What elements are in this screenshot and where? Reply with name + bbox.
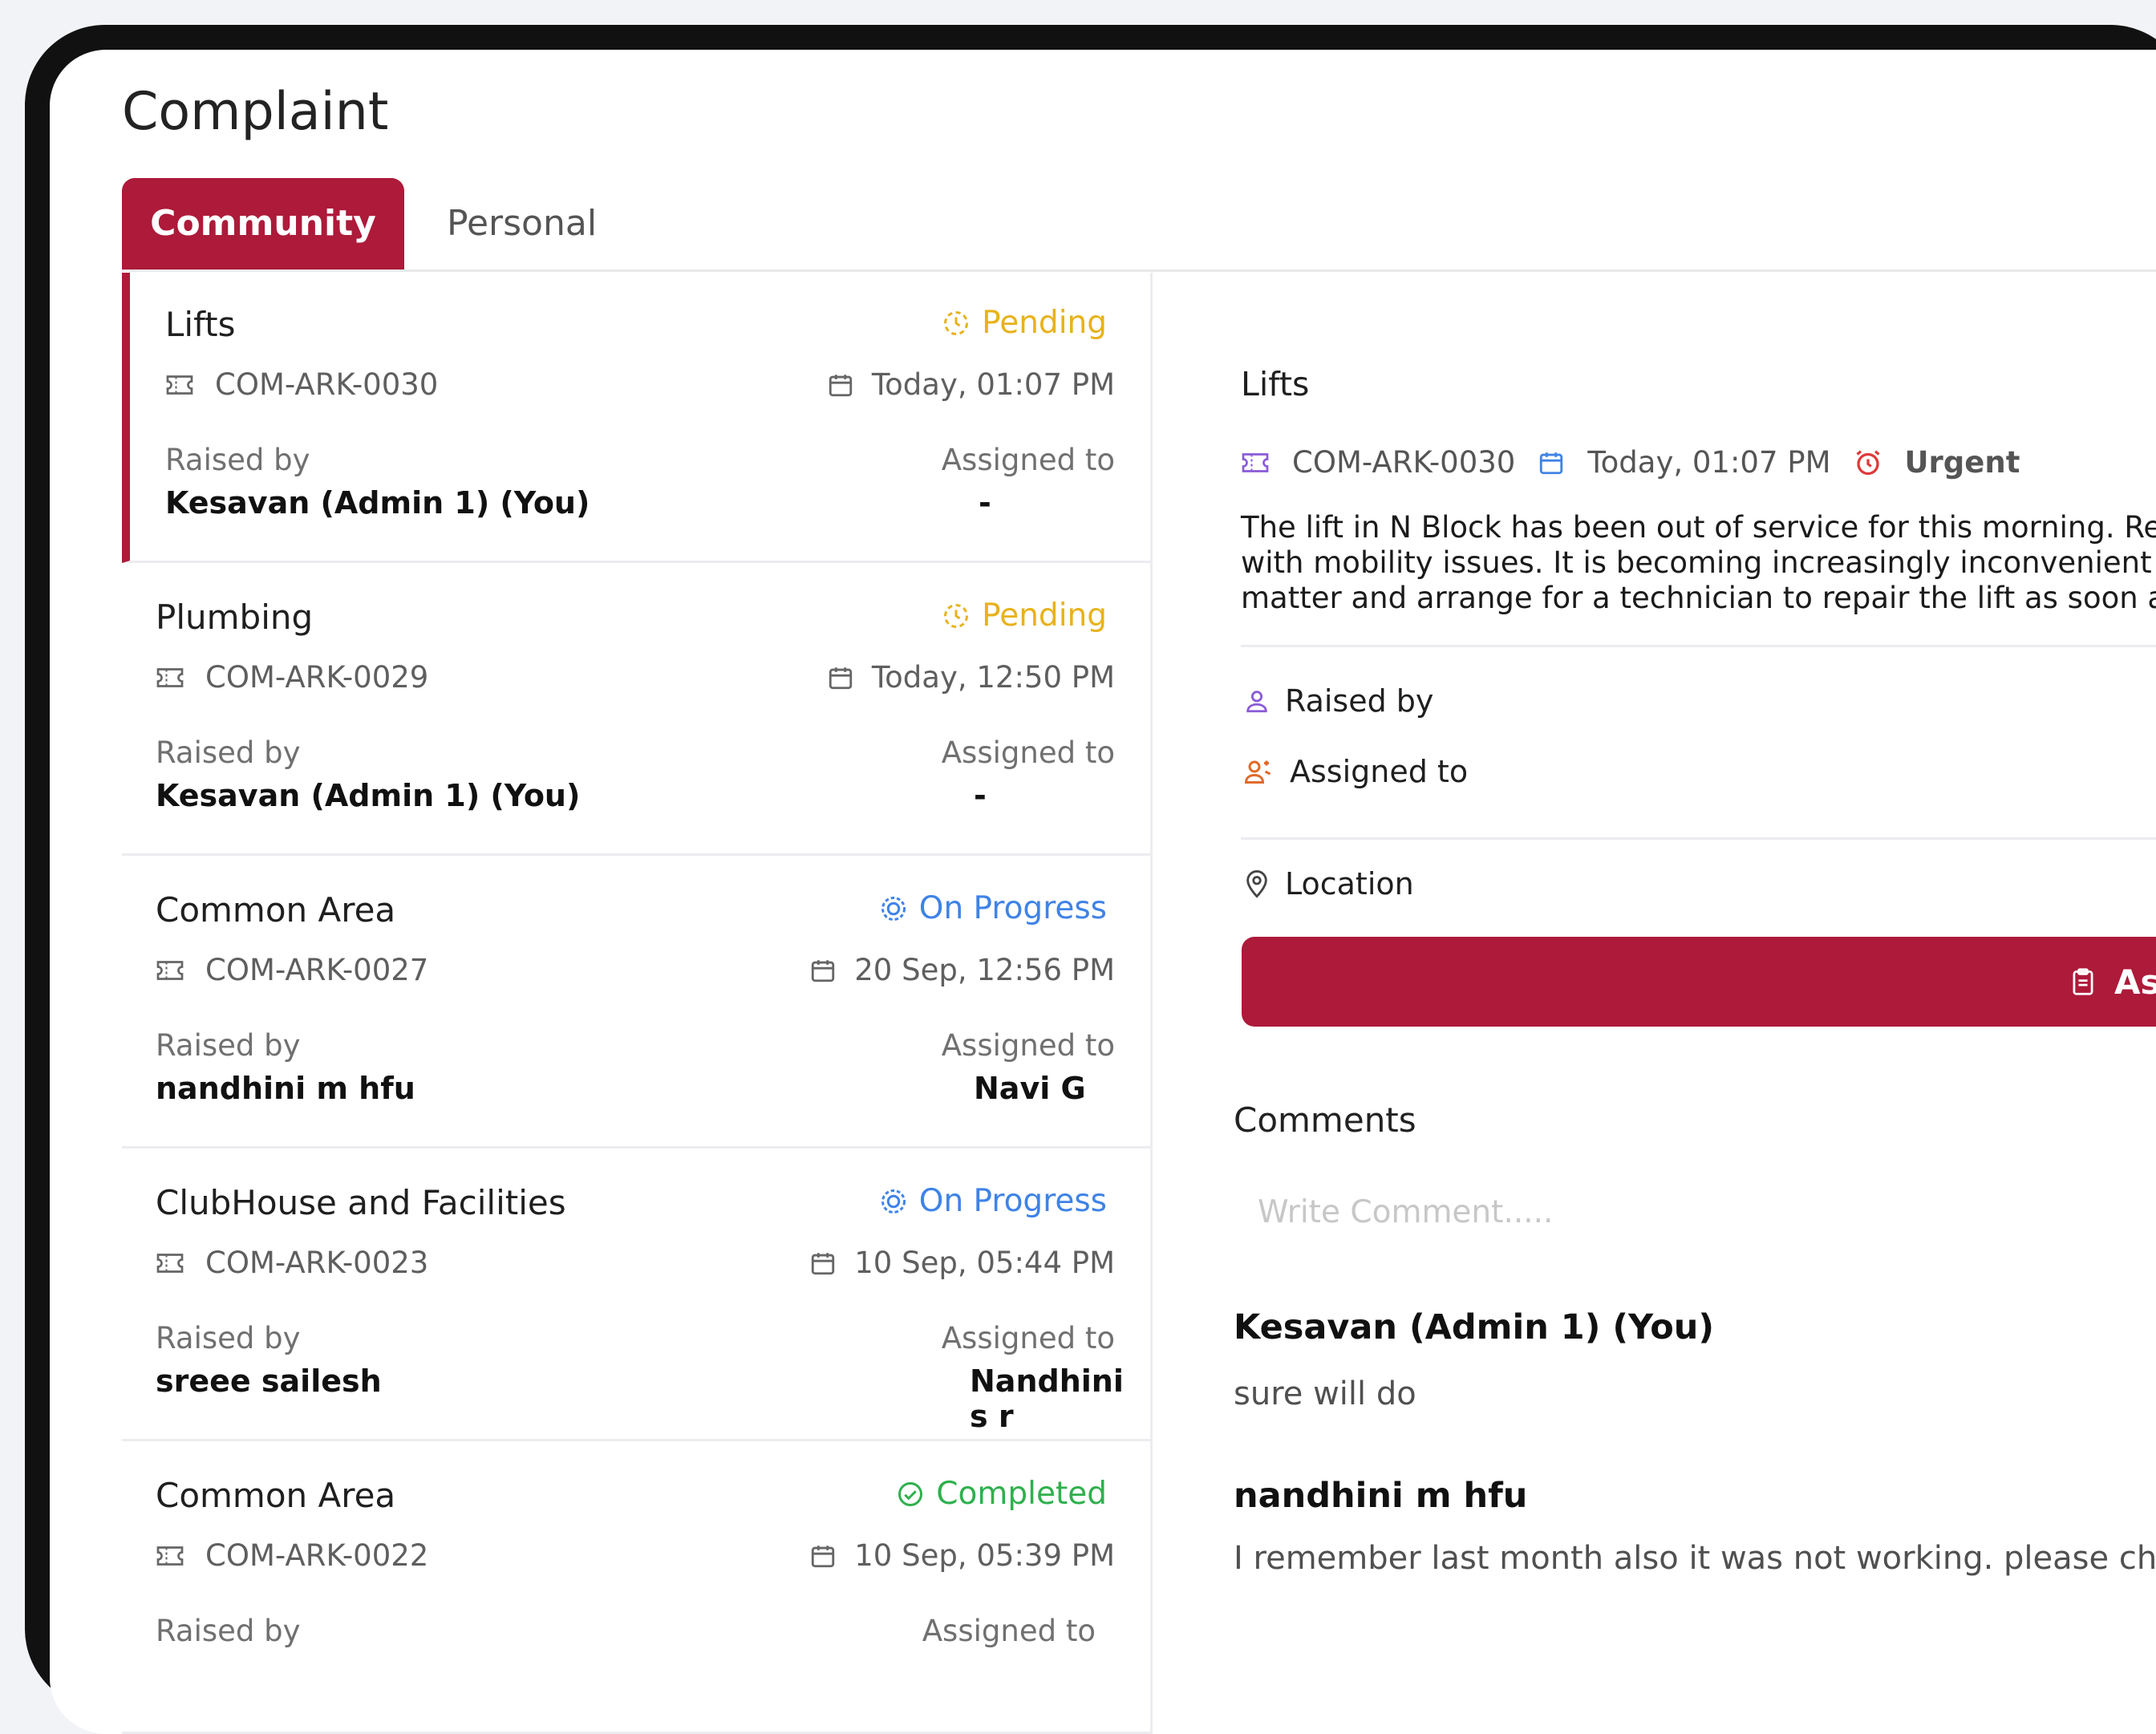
- complaint-date: Today, 01:07 PM: [827, 367, 1115, 402]
- users-assign-icon: [1244, 760, 1271, 784]
- calendar-icon: [1540, 452, 1563, 474]
- complaint-card[interactable]: Common Area Completed COM-ARK-0022 10 Se…: [122, 1444, 1150, 1734]
- detail-location: Location: [1243, 866, 1414, 901]
- assigned-to-label: Assigned to: [922, 1614, 1096, 1648]
- assigned-to-label: Assigned to: [941, 735, 1115, 770]
- status-badge: Completed: [896, 1476, 1107, 1512]
- complaint-card[interactable]: Lifts Pending COM-ARK-0030 Today, 01:07 …: [122, 273, 1150, 563]
- raised-by-value: Kesavan (Admin 1) (You): [156, 778, 581, 813]
- priority-badge: Urgent: [1904, 445, 2020, 480]
- comments-title: Comments: [1234, 1100, 1416, 1140]
- ticket-icon: [156, 1253, 184, 1273]
- detail-id: COM-ARK-0030: [1292, 445, 1516, 480]
- comment-author: Kesavan (Admin 1) (You): [1234, 1307, 1714, 1347]
- assigned-to-label: Assigned to: [941, 443, 1115, 477]
- calendar-icon: [829, 666, 853, 689]
- status-badge: Pending: [942, 598, 1107, 634]
- status-badge: On Progress: [879, 1183, 1107, 1219]
- detail-assigned-to: Assigned to: [1243, 754, 1468, 789]
- divider: [1241, 645, 2156, 647]
- raised-by-label: Raised by: [156, 1028, 301, 1063]
- tab-personal[interactable]: Personal: [447, 178, 597, 269]
- progress-icon: [881, 896, 906, 921]
- complaint-title: Common Area: [156, 890, 396, 930]
- detail-date: Today, 01:07 PM: [1587, 445, 1831, 480]
- pending-icon: [944, 310, 969, 335]
- app-screen: Complaint Community Personal Lifts Pendi…: [50, 50, 2156, 1734]
- assigned-to-value: Navi G: [974, 1071, 1086, 1106]
- raised-by-label: Raised by: [165, 443, 310, 477]
- raised-by-label: Raised by: [156, 735, 301, 770]
- complaint-title: Plumbing: [156, 598, 314, 637]
- ticket-icon: [1242, 452, 1269, 472]
- divider: [1241, 837, 2156, 840]
- complaint-detail: Lifts COM-ARK-0030 Today, 01:07 PM Urgen…: [1173, 273, 2156, 1716]
- complaint-card[interactable]: Common Area On Progress COM-ARK-0027 20 …: [122, 858, 1150, 1149]
- detail-title: Lifts: [1241, 365, 1310, 403]
- complaint-date: 10 Sep, 05:44 PM: [809, 1246, 1115, 1280]
- assigned-to-value: -: [974, 778, 987, 813]
- raised-by-label: Raised by: [156, 1321, 301, 1355]
- pending-icon: [944, 603, 969, 628]
- complaint-card[interactable]: ClubHouse and Facilities On Progress COM…: [122, 1151, 1150, 1441]
- status-badge: On Progress: [879, 890, 1107, 926]
- comment-text: I remember last month also it was not wo…: [1234, 1540, 2156, 1577]
- complaint-title: Common Area: [156, 1476, 396, 1515]
- ticket-icon: [156, 667, 184, 687]
- complaint-date: Today, 12:50 PM: [827, 660, 1115, 695]
- ticket-icon: [156, 1546, 184, 1566]
- assigned-to-value: Nandhini s r: [970, 1363, 1124, 1434]
- tab-bar: Community Personal: [122, 178, 2156, 272]
- page-title: Complaint: [122, 82, 389, 142]
- ticket-id: COM-ARK-0023: [156, 1246, 428, 1280]
- raised-by-value: nandhini m hfu: [156, 1071, 415, 1106]
- raised-by-value: sreee sailesh: [156, 1363, 382, 1399]
- user-icon: [1246, 691, 1267, 713]
- complaint-list[interactable]: Lifts Pending COM-ARK-0030 Today, 01:07 …: [122, 273, 1153, 1734]
- ticket-id: COM-ARK-0027: [156, 953, 428, 987]
- status-label: Pending: [982, 598, 1107, 634]
- raised-by-value: Kesavan (Admin 1) (You): [165, 485, 590, 521]
- assigned-to-label: Assigned to: [941, 1028, 1115, 1063]
- status-badge: Pending: [942, 305, 1107, 341]
- ticket-id: COM-ARK-0029: [156, 660, 428, 695]
- assigned-to-label: Assigned to: [941, 1321, 1115, 1355]
- comment-text: sure will do: [1234, 1375, 1416, 1412]
- ticket-id: COM-ARK-0030: [165, 367, 438, 402]
- complaint-title: ClubHouse and Facilities: [156, 1183, 566, 1222]
- assigned-to-value: -: [979, 485, 991, 521]
- calendar-icon: [812, 959, 835, 982]
- complaint-date: 10 Sep, 05:39 PM: [809, 1538, 1115, 1573]
- ticket-icon: [156, 960, 184, 980]
- comment-input[interactable]: [1237, 1167, 1981, 1257]
- status-label: On Progress: [918, 1183, 1107, 1219]
- status-label: Pending: [982, 305, 1107, 341]
- status-label: Completed: [936, 1476, 1107, 1512]
- complaint-title: Lifts: [165, 305, 236, 344]
- detail-meta: COM-ARK-0030 Today, 01:07 PM Urgent: [1241, 445, 2020, 480]
- comment-author: nandhini m hfu: [1234, 1476, 1528, 1516]
- calendar-icon: [829, 374, 853, 396]
- location-pin-icon: [1246, 870, 1267, 898]
- complaint-card[interactable]: Plumbing Pending COM-ARK-0029 Today, 12:…: [122, 565, 1150, 856]
- assign-button[interactable]: Assig: [1242, 937, 2156, 1027]
- alarm-clock-icon: [1855, 449, 1880, 475]
- clipboard-icon: [2073, 968, 2093, 995]
- detail-description: The lift in N Block has been out of serv…: [1241, 510, 2156, 615]
- calendar-icon: [812, 1545, 835, 1567]
- tab-community[interactable]: Community: [122, 178, 404, 269]
- raised-by-label: Raised by: [156, 1614, 301, 1648]
- ticket-id: COM-ARK-0022: [156, 1538, 428, 1573]
- calendar-icon: [812, 1252, 835, 1274]
- check-circle-icon: [898, 1481, 923, 1506]
- ticket-icon: [166, 375, 193, 395]
- detail-raised-by: Raised by: [1243, 683, 1433, 719]
- complaint-date: 20 Sep, 12:56 PM: [809, 953, 1115, 987]
- progress-icon: [881, 1189, 906, 1213]
- status-label: On Progress: [918, 890, 1107, 926]
